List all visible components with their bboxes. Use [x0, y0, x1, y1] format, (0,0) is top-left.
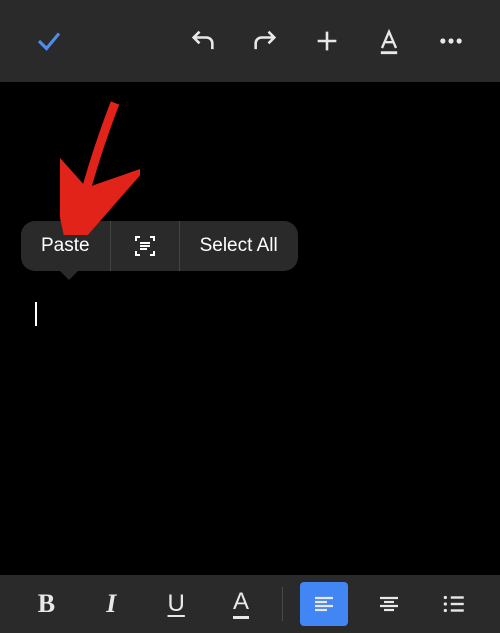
bullet-list-button[interactable]: [430, 582, 478, 626]
underline-label: U: [168, 590, 185, 618]
redo-icon[interactable]: [245, 21, 285, 61]
top-toolbar: [0, 0, 500, 82]
bottom-toolbar: B I U A: [0, 575, 500, 633]
italic-button[interactable]: I: [87, 582, 135, 626]
underline-button[interactable]: U: [152, 582, 200, 626]
bold-label: B: [38, 589, 55, 619]
scan-text-icon[interactable]: [111, 221, 179, 271]
text-cursor: [35, 302, 37, 326]
align-center-button[interactable]: [365, 582, 413, 626]
undo-icon[interactable]: [183, 21, 223, 61]
italic-label: I: [106, 589, 116, 619]
plus-icon[interactable]: [307, 21, 347, 61]
text-format-icon[interactable]: [369, 21, 409, 61]
text-color-button[interactable]: A: [217, 582, 265, 626]
paste-button[interactable]: Paste: [21, 221, 110, 271]
more-icon[interactable]: [431, 21, 471, 61]
editor-area[interactable]: [0, 82, 500, 575]
select-all-button[interactable]: Select All: [180, 221, 298, 271]
bold-button[interactable]: B: [22, 582, 70, 626]
toolbar-separator: [282, 587, 283, 621]
text-color-label: A: [233, 590, 249, 619]
confirm-check-icon[interactable]: [29, 21, 69, 61]
align-left-button[interactable]: [300, 582, 348, 626]
context-menu: Paste Select All: [21, 221, 298, 271]
